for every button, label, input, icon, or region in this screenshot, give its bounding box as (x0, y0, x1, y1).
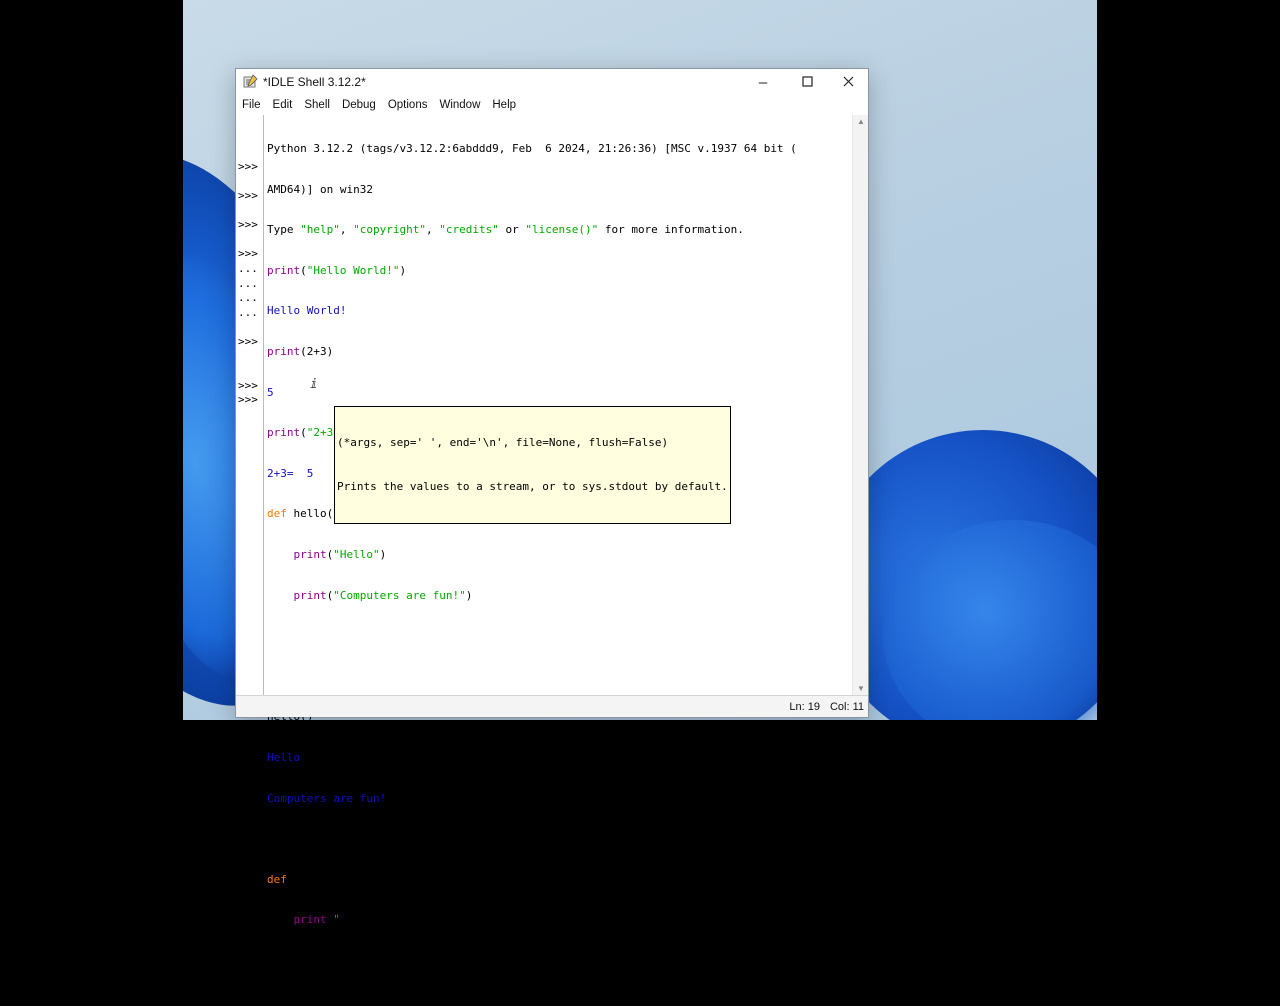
calltip-signature: (*args, sep=' ', end='\n', file=None, fl… (337, 436, 669, 449)
calltip-popup: (*args, sep=' ', end='\n', file=None, fl… (334, 406, 731, 524)
gutter-line: >>> (238, 247, 258, 261)
menu-options[interactable]: Options (388, 99, 428, 111)
window-title: *IDLE Shell 3.12.2* (263, 75, 366, 89)
code-line: Type "help", "copyright", "credits" or "… (267, 223, 744, 237)
gutter-line: >>> (238, 159, 258, 173)
text-cursor-icon: ⅈ (310, 377, 318, 392)
prompt-gutter: >>> >>> >>> >>> ... ... ... ... >>> >>> … (236, 115, 264, 695)
gutter-line: >>> (238, 334, 258, 348)
gutter-line (236, 204, 263, 219)
line-indicator: Ln: 19 (789, 700, 820, 713)
gutter-line: >>> (238, 393, 258, 407)
gutter-line: ... (238, 305, 258, 319)
status-bar: Ln: 19 Col: 11 (236, 695, 868, 717)
title-bar[interactable]: *IDLE Shell 3.12.2* – (236, 69, 868, 95)
menu-file[interactable]: File (242, 99, 261, 111)
close-icon (843, 74, 854, 91)
code-line: print(2+3) (267, 344, 334, 358)
gutter-line (236, 233, 263, 248)
minimize-button[interactable]: – (741, 69, 785, 95)
code-line: print("Hello World!") (267, 263, 407, 277)
menu-bar: File Edit Shell Debug Options Window Hel… (236, 95, 868, 115)
column-indicator: Col: 11 (829, 700, 864, 713)
code-line: def greet(person): (267, 872, 387, 886)
minimize-icon: – (758, 73, 768, 91)
code-line: AMD64)] on win32 (267, 182, 373, 196)
code-line: Python 3.12.2 (tags/v3.12.2:6abddd9, Feb… (267, 142, 797, 155)
close-button[interactable] (826, 69, 870, 95)
gutter-line (236, 116, 263, 131)
idle-shell-window: *IDLE Shell 3.12.2* – File Edit Shell De… (235, 68, 869, 926)
code-line: print("Computers are fun!") (293, 588, 473, 602)
gutter-line: ... (238, 276, 258, 290)
gutter-line (236, 350, 263, 365)
gutter-line (236, 131, 263, 146)
output-line: Computers are fun! (267, 791, 387, 805)
output-line: Hello (267, 750, 301, 764)
maximize-button[interactable] (785, 69, 829, 95)
shell-editor[interactable]: >>> >>> >>> >>> ... ... ... ... >>> >>> … (236, 115, 868, 926)
python-idle-icon (243, 74, 259, 90)
gutter-line (236, 145, 263, 160)
code-line: print("Hello") (293, 547, 387, 561)
vertical-scrollbar[interactable]: ▲ ▼ (852, 115, 868, 695)
scroll-up-arrow-icon[interactable]: ▲ (857, 117, 865, 126)
gutter-line: >>> (238, 218, 258, 232)
gutter-line: >>> (238, 378, 258, 392)
code-area[interactable]: Python 3.12.2 (tags/v3.12.2:6abddd9, Feb… (264, 115, 852, 926)
gutter-line: >>> (238, 188, 258, 202)
gutter-line (236, 364, 263, 379)
menu-window[interactable]: Window (439, 99, 480, 111)
menu-edit[interactable]: Edit (273, 99, 293, 111)
output-line: 5 (267, 385, 274, 399)
code-line: print(" (293, 913, 340, 927)
gutter-line: ... (238, 261, 258, 275)
calltip-description: Prints the values to a stream, or to sys… (337, 479, 728, 493)
output-line: Hello World! (267, 304, 347, 318)
gutter-line: ... (238, 291, 258, 305)
gutter-line (236, 320, 263, 335)
menu-shell[interactable]: Shell (304, 99, 330, 111)
menu-help[interactable]: Help (492, 99, 516, 111)
scroll-down-arrow-icon[interactable]: ▼ (857, 684, 865, 693)
maximize-icon (801, 74, 813, 91)
menu-debug[interactable]: Debug (342, 99, 376, 111)
gutter-line (236, 174, 263, 189)
